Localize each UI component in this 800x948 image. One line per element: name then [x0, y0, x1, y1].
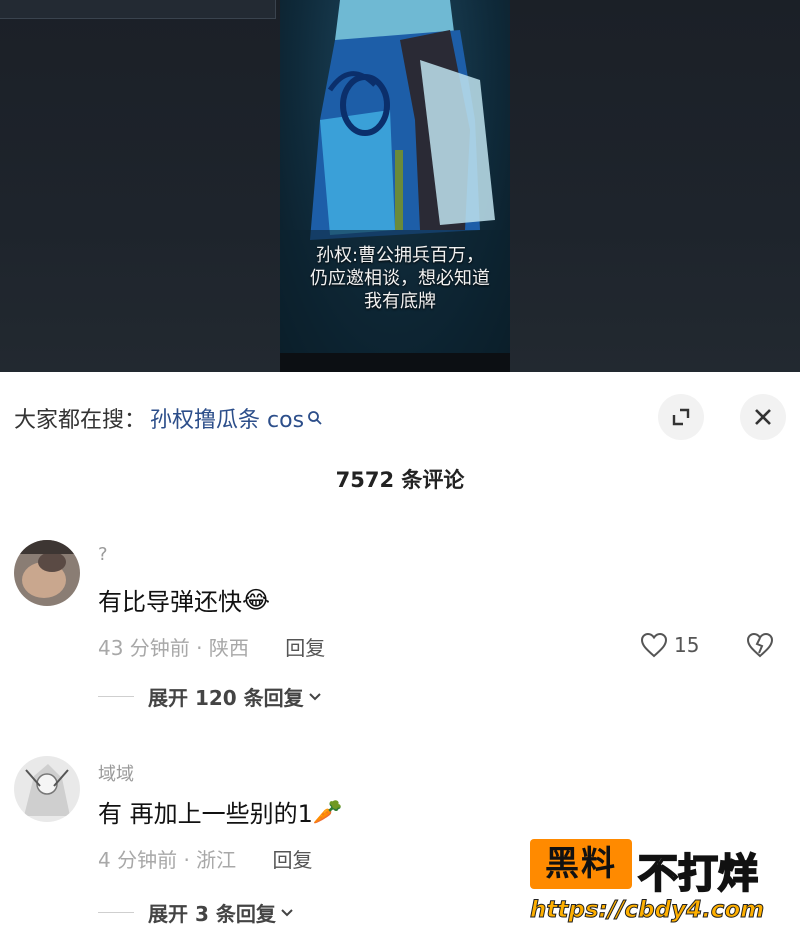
watermark-title: 不打烊: [637, 850, 759, 898]
comment-username[interactable]: 域域: [98, 760, 134, 786]
watermark: 黑料 不打烊 https://cbdy4.com: [529, 835, 800, 935]
caption-line: 仍应邀相谈，想必知道: [310, 268, 490, 289]
comment-username[interactable]: ?: [98, 544, 108, 565]
top-bar-fragment: [0, 0, 276, 19]
watermark-url: https://cbdy4.com: [529, 897, 765, 924]
avatar[interactable]: [14, 540, 80, 606]
comment-count: 7572 条评论: [335, 468, 465, 492]
expand-replies-button[interactable]: 展开 3 条回复: [98, 898, 294, 927]
close-icon: [755, 409, 771, 425]
video-player[interactable]: 孙权:曹公拥兵百万， 仍应邀相谈，想必知道 我有底牌: [0, 0, 800, 372]
search-icon: [308, 411, 322, 425]
expand-replies-label: 展开 3 条回复: [148, 902, 276, 926]
divider-line: [98, 912, 134, 913]
comment-meta: 4 分钟前 · 浙江 回复: [98, 844, 313, 873]
expand-replies-label: 展开 120 条回复: [148, 686, 304, 710]
video-frame-bottom: [280, 353, 510, 372]
heart-icon: [640, 632, 668, 658]
dislike-button[interactable]: [746, 632, 774, 662]
expand-icon: [672, 408, 690, 426]
chevron-down-icon: [308, 692, 321, 700]
comment-text-body: 有比导弹还快: [98, 588, 242, 616]
chevron-down-icon: [281, 908, 293, 916]
comment-text: 有比导弹还快 😂: [98, 582, 270, 617]
expand-replies-button[interactable]: 展开 120 条回复: [98, 682, 322, 711]
video-caption: 孙权:曹公拥兵百万， 仍应邀相谈，想必知道 我有底牌: [0, 244, 800, 313]
comment-time-location: 43 分钟前 · 陕西: [98, 636, 249, 660]
like-button[interactable]: 15: [640, 632, 699, 658]
expand-panel-button[interactable]: [658, 394, 704, 440]
reply-button[interactable]: 回复: [285, 636, 325, 660]
comment-meta: 43 分钟前 · 陕西 回复: [98, 632, 325, 661]
trending-search[interactable]: 大家都在搜： 孙权撸瓜条 cos: [14, 400, 323, 436]
like-count: 15: [674, 633, 700, 657]
caption-line: 我有底牌: [364, 291, 436, 312]
reply-button[interactable]: 回复: [273, 848, 313, 872]
carrot-emoji-icon: 🥕: [312, 797, 343, 826]
close-button[interactable]: [740, 394, 786, 440]
comment-text: 有 再加上一些别的1 🥕: [98, 794, 343, 829]
caption-line: 孙权:曹公拥兵百万，: [315, 245, 485, 266]
divider-line: [98, 696, 134, 697]
avatar[interactable]: [14, 756, 80, 822]
broken-heart-icon: [746, 632, 774, 658]
trending-search-prefix: 大家都在搜：: [14, 408, 147, 433]
trending-search-query[interactable]: 孙权撸瓜条 cos: [150, 402, 304, 434]
watermark-badge: 黑料: [530, 839, 632, 889]
laugh-cry-emoji-icon: 😂: [242, 585, 271, 614]
comment-time-location: 4 分钟前 · 浙江: [98, 848, 237, 872]
comment-text-body: 有 再加上一些别的1: [98, 800, 313, 828]
